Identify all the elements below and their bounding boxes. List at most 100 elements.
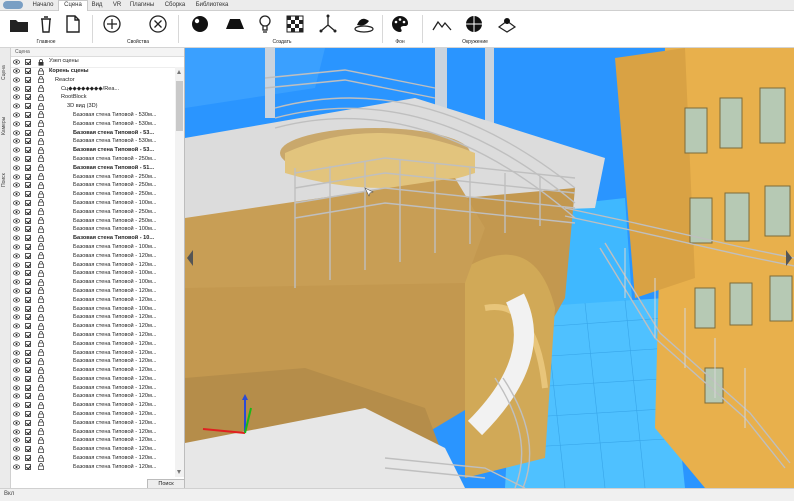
lock-icon[interactable] bbox=[38, 393, 44, 400]
lock-icon[interactable] bbox=[38, 296, 44, 304]
tree-row[interactable]: Базовая стена Типовой - 120м... bbox=[11, 349, 175, 358]
tree-row[interactable]: Базовая стена Типовой - 100м... bbox=[11, 305, 175, 314]
tree-row[interactable]: Базовая стена Типовой - 250м... bbox=[11, 217, 175, 226]
lock-icon[interactable] bbox=[38, 261, 44, 268]
eye-icon[interactable] bbox=[13, 323, 20, 329]
lock-icon[interactable] bbox=[38, 94, 44, 101]
visibility-checkbox[interactable] bbox=[25, 367, 31, 374]
header-checkbox[interactable] bbox=[25, 59, 31, 65]
visibility-checkbox[interactable] bbox=[25, 463, 31, 470]
tree-row[interactable]: Reactor bbox=[11, 76, 175, 85]
eye-icon[interactable] bbox=[13, 437, 20, 443]
eye-icon[interactable] bbox=[13, 411, 20, 417]
tree-row[interactable]: Базовая стена Типовой - 120м... bbox=[11, 454, 175, 463]
visibility-checkbox[interactable] bbox=[25, 129, 31, 136]
lock-icon[interactable] bbox=[38, 314, 44, 321]
visibility-checkbox[interactable] bbox=[25, 393, 31, 400]
lock-icon[interactable] bbox=[38, 102, 44, 110]
visibility-checkbox[interactable] bbox=[25, 252, 31, 259]
eye-icon[interactable] bbox=[13, 156, 20, 162]
tree-row[interactable]: Базовая стена Типовой - 100м... bbox=[11, 225, 175, 234]
eye-icon[interactable] bbox=[13, 367, 20, 373]
tree-row[interactable]: Базовая стена Типовой - 120м... bbox=[11, 428, 175, 437]
visibility-checkbox[interactable] bbox=[25, 349, 31, 356]
tree-row[interactable]: Базовая стена Типовой - 120м... bbox=[11, 463, 175, 472]
tree-row[interactable]: Базовая стена Типовой - 250м... bbox=[11, 173, 175, 182]
eye-icon[interactable] bbox=[13, 341, 20, 347]
lock-icon[interactable] bbox=[38, 138, 44, 145]
lock-icon[interactable] bbox=[38, 402, 44, 409]
tree-row[interactable]: Базовая стена Типовой - 120м... bbox=[11, 410, 175, 419]
tree-row[interactable]: 3D вид (3D) bbox=[11, 102, 175, 111]
eye-icon[interactable] bbox=[13, 253, 20, 259]
visibility-checkbox[interactable] bbox=[25, 76, 31, 83]
visibility-checkbox[interactable] bbox=[25, 111, 31, 118]
tree-row[interactable]: Базовая стена Типовой - 120м... bbox=[11, 322, 175, 331]
visibility-checkbox[interactable] bbox=[25, 331, 31, 338]
eye-icon[interactable] bbox=[13, 376, 20, 382]
tree-row[interactable]: Базовая стена Типовой - 120м... bbox=[11, 384, 175, 393]
lock-icon[interactable] bbox=[38, 190, 44, 198]
tree-row[interactable]: Базовая стена Типовой - 250м... bbox=[11, 155, 175, 164]
lock-icon[interactable] bbox=[38, 445, 44, 453]
eye-icon[interactable] bbox=[13, 130, 20, 136]
menu-tab-4[interactable]: Плагины bbox=[126, 1, 158, 10]
lock-icon[interactable] bbox=[38, 76, 44, 84]
eye-icon[interactable] bbox=[13, 455, 20, 461]
visibility-checkbox[interactable] bbox=[25, 428, 31, 435]
tree-row[interactable]: RootBlock bbox=[11, 93, 175, 102]
left-tab-scene[interactable]: Сцена bbox=[1, 58, 9, 88]
lock-icon[interactable] bbox=[38, 287, 44, 295]
left-tab-search[interactable]: Поиск bbox=[1, 160, 9, 200]
lock-icon[interactable] bbox=[38, 252, 44, 260]
visibility-checkbox[interactable] bbox=[25, 226, 31, 233]
lock-icon[interactable] bbox=[38, 120, 44, 128]
lock-icon[interactable] bbox=[38, 85, 44, 93]
lock-icon[interactable] bbox=[38, 270, 44, 277]
lock-icon[interactable] bbox=[38, 331, 44, 339]
eye-icon[interactable] bbox=[13, 138, 20, 144]
scroll-down-icon[interactable] bbox=[177, 470, 181, 474]
eye-icon[interactable] bbox=[13, 429, 20, 435]
eye-icon[interactable] bbox=[13, 393, 20, 399]
eye-icon[interactable] bbox=[13, 262, 20, 268]
visibility-checkbox[interactable] bbox=[25, 68, 31, 74]
eye-icon[interactable] bbox=[13, 226, 20, 232]
left-tab-cameras[interactable]: Камеры bbox=[1, 106, 9, 146]
eye-icon[interactable] bbox=[13, 314, 20, 320]
visibility-checkbox[interactable] bbox=[25, 437, 31, 444]
tree-row[interactable]: Базовая стена Типовой - 10... bbox=[11, 234, 175, 243]
visibility-checkbox[interactable] bbox=[25, 199, 31, 206]
eye-icon[interactable] bbox=[13, 306, 20, 312]
visibility-checkbox[interactable] bbox=[25, 138, 31, 145]
eye-icon[interactable] bbox=[13, 200, 20, 206]
eye-icon[interactable] bbox=[13, 94, 20, 100]
tree-row[interactable]: Базовая стена Типовой - 120м... bbox=[11, 287, 175, 296]
visibility-checkbox[interactable] bbox=[25, 182, 31, 189]
visibility-checkbox[interactable] bbox=[25, 191, 31, 198]
eye-icon[interactable] bbox=[13, 288, 20, 294]
tree-row[interactable]: Базовая стена Типовой - 120м... bbox=[11, 419, 175, 428]
menu-tab-6[interactable]: Библиотека bbox=[192, 1, 232, 10]
eye-icon[interactable] bbox=[13, 174, 20, 180]
lock-icon[interactable] bbox=[38, 340, 44, 348]
lock-icon[interactable] bbox=[38, 234, 44, 242]
tree-row[interactable]: Базовая стена Типовой - 530м... bbox=[11, 120, 175, 129]
eye-icon[interactable] bbox=[13, 235, 20, 241]
tree-row[interactable]: Базовая стена Типовой - 120м... bbox=[11, 357, 175, 366]
lock-icon[interactable] bbox=[38, 375, 44, 383]
lock-icon[interactable] bbox=[38, 58, 44, 66]
menu-tab-0[interactable]: Начало bbox=[28, 1, 58, 10]
eye-icon[interactable] bbox=[13, 385, 20, 391]
visibility-checkbox[interactable] bbox=[25, 147, 31, 154]
visibility-checkbox[interactable] bbox=[25, 217, 31, 224]
lock-icon[interactable] bbox=[38, 463, 44, 471]
lock-icon[interactable] bbox=[38, 111, 44, 119]
tree-row[interactable]: Базовая стена Типовой - 120м... bbox=[11, 392, 175, 401]
visibility-checkbox[interactable] bbox=[25, 279, 31, 286]
eye-icon[interactable] bbox=[13, 68, 20, 74]
visibility-checkbox[interactable] bbox=[25, 164, 31, 171]
tree-row[interactable]: Базовая стена Типовой - 53... bbox=[11, 146, 175, 155]
visibility-checkbox[interactable] bbox=[25, 446, 31, 453]
tree-row[interactable]: Сц◆◆◆◆◆◆◆◆/Rea... bbox=[11, 85, 175, 94]
